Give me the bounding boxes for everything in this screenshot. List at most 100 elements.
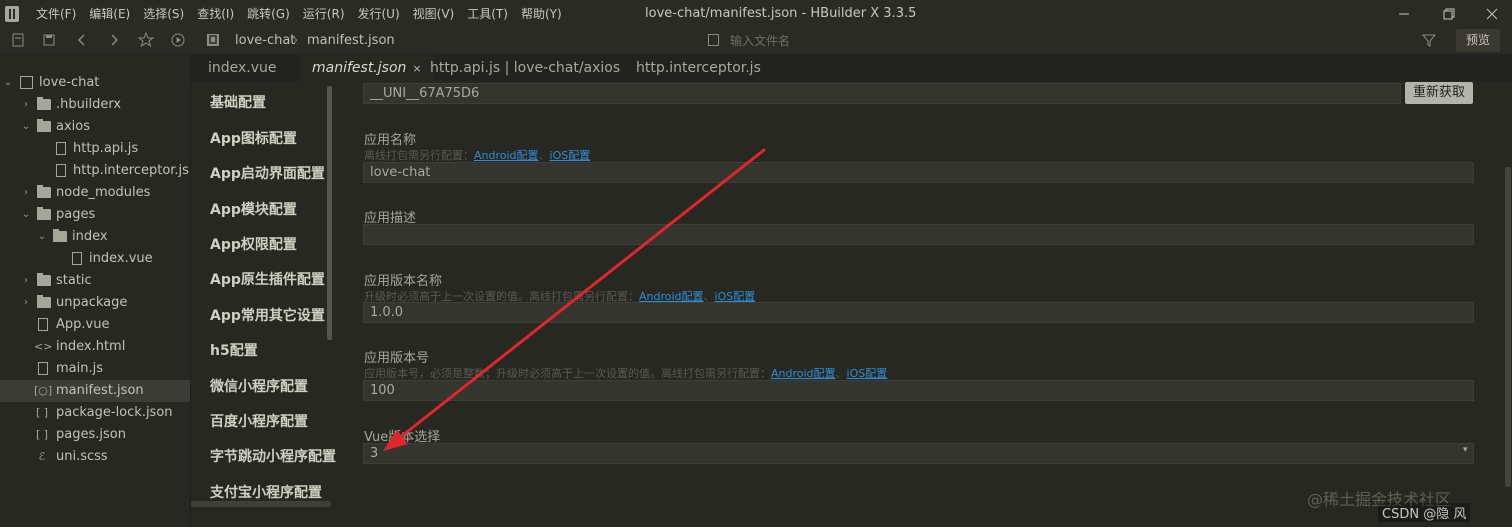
menu-file[interactable]: 文件(F): [36, 0, 76, 28]
js-file-icon: [56, 164, 66, 177]
nav-app-native-plugins-config[interactable]: App原生插件配置: [210, 269, 325, 289]
tree-item-label: index.html: [56, 339, 126, 354]
appid-field[interactable]: __UNI__67A75D6: [363, 83, 1401, 104]
nav-app-permissions-config[interactable]: App权限配置: [210, 234, 297, 254]
breadcrumb-project[interactable]: love-chat: [235, 28, 295, 54]
hint-text: 离线打包需另行配置：: [364, 149, 474, 162]
scss-file-icon: ℰ: [38, 450, 46, 463]
folder-open-icon: [53, 229, 67, 242]
nav-horizontal-scrollbar[interactable]: [191, 501, 331, 507]
preview-button[interactable]: 预览: [1456, 29, 1500, 52]
chevron-right-icon: ›: [24, 297, 28, 308]
menu-edit[interactable]: 编辑(E): [89, 0, 130, 28]
restore-icon[interactable]: [1436, 2, 1460, 26]
tree-item-label: index.vue: [89, 251, 153, 266]
js-file-icon: [38, 362, 48, 375]
settings-nav: 基础配置 App图标配置 App启动界面配置 App模块配置 App权限配置 A…: [191, 81, 336, 502]
tab-http-api[interactable]: http.api.js | love-chat/axios: [430, 55, 620, 81]
nav-basic-config[interactable]: 基础配置: [210, 92, 266, 112]
nav-app-modules-config[interactable]: App模块配置: [210, 199, 297, 219]
breadcrumb-file[interactable]: manifest.json: [307, 28, 395, 54]
nav-weixin-config[interactable]: 微信小程序配置: [210, 376, 308, 396]
folder-open-icon: [37, 119, 51, 132]
menu-view[interactable]: 视图(V): [413, 0, 455, 28]
ios-config-link[interactable]: iOS配置: [550, 149, 591, 162]
file-search-icon: [708, 34, 719, 46]
nav-scrollbar[interactable]: [327, 86, 332, 340]
select-dropdown-icon[interactable]: ▾: [1463, 445, 1468, 455]
tab-http-interceptor[interactable]: http.interceptor.js: [636, 55, 761, 81]
tree-item-label: node_modules: [56, 185, 151, 200]
tree-item-label: axios: [56, 119, 90, 134]
nav-app-splash-config[interactable]: App启动界面配置: [210, 163, 325, 183]
ios-config-link[interactable]: iOS配置: [847, 367, 888, 380]
tree-item-label: index: [72, 229, 108, 244]
minimize-icon[interactable]: [1392, 2, 1416, 26]
app-name-label: 应用名称: [364, 133, 417, 148]
nav-toutiao-config[interactable]: 字节跳动小程序配置: [210, 446, 336, 466]
android-config-link[interactable]: Android配置: [771, 367, 836, 380]
project-icon: [204, 31, 222, 49]
forward-icon[interactable]: [105, 31, 123, 49]
run-icon[interactable]: [169, 31, 187, 49]
form-scrollbar[interactable]: [1505, 167, 1511, 487]
version-name-input[interactable]: 1.0.0: [363, 302, 1474, 323]
folder-icon: [37, 185, 51, 198]
refresh-appid-button[interactable]: 重新获取: [1405, 82, 1473, 104]
tab-label: manifest.json: [312, 60, 407, 76]
folder-open-icon: [37, 207, 51, 220]
menu-tools[interactable]: 工具(T): [467, 0, 508, 28]
tree-item-label: App.vue: [56, 317, 110, 332]
csdn-watermark: CSDN @隐 风: [1378, 503, 1471, 522]
hint-separator: 、: [835, 367, 847, 380]
version-code-input[interactable]: 100: [363, 380, 1474, 401]
breadcrumb-separator-icon: ›: [293, 33, 299, 48]
tab-index-vue[interactable]: index.vue: [208, 55, 277, 81]
star-icon[interactable]: [137, 31, 155, 49]
tree-item-label: uni.scss: [56, 449, 108, 464]
tree-item-label: pages: [56, 207, 96, 222]
android-config-link[interactable]: Android配置: [474, 149, 539, 162]
back-icon[interactable]: [73, 31, 91, 49]
tree-item-label: package-lock.json: [56, 405, 173, 420]
filter-icon[interactable]: [1421, 32, 1437, 48]
json-file-icon: [○]: [34, 384, 53, 397]
nav-app-other-settings[interactable]: App常用其它设置: [210, 305, 325, 325]
html-file-icon: <>: [34, 340, 53, 353]
save-icon[interactable]: [40, 31, 58, 49]
menu-publish[interactable]: 发行(U): [358, 0, 400, 28]
menu-find[interactable]: 查找(I): [197, 0, 234, 28]
menu-bar: 文件(F) 编辑(E) 选择(S) 查找(I) 跳转(G) 运行(R) 发行(U…: [0, 0, 1512, 28]
nav-app-icon-config[interactable]: App图标配置: [210, 128, 297, 148]
chevron-down-icon: ⌄: [3, 77, 13, 88]
nav-alipay-config[interactable]: 支付宝小程序配置: [210, 482, 322, 502]
tree-item-label: unpackage: [56, 295, 128, 310]
close-tab-icon[interactable]: ×: [412, 62, 421, 75]
project-tree: ⌄ love-chat › .hbuilderx ⌄ axios http.ap…: [0, 55, 191, 527]
tree-item-label: http.interceptor.js: [73, 163, 189, 178]
folder-icon: [37, 273, 51, 286]
nav-h5-config[interactable]: h5配置: [210, 340, 258, 360]
tab-manifest-json[interactable]: manifest.json ×: [300, 55, 434, 81]
menu-select[interactable]: 选择(S): [143, 0, 184, 28]
tree-item-manifest-json[interactable]: [○] manifest.json: [0, 380, 190, 402]
vue-version-select[interactable]: 3: [363, 443, 1474, 464]
app-name-input[interactable]: love-chat: [363, 162, 1474, 183]
menu-goto[interactable]: 跳转(G): [247, 0, 290, 28]
file-search-input[interactable]: [730, 32, 1030, 50]
nav-baidu-config[interactable]: 百度小程序配置: [210, 411, 308, 431]
tree-item-label: pages.json: [56, 427, 126, 442]
tree-item-label: static: [56, 273, 92, 288]
app-desc-input[interactable]: [363, 224, 1474, 245]
menu-help[interactable]: 帮助(Y): [521, 0, 562, 28]
menu-run[interactable]: 运行(R): [303, 0, 345, 28]
new-file-icon[interactable]: [9, 31, 27, 49]
js-file-icon: [56, 142, 66, 155]
project-root-icon: [20, 76, 33, 89]
chevron-right-icon: ›: [24, 99, 28, 110]
version-code-label: 应用版本号: [364, 351, 430, 366]
close-icon[interactable]: [1480, 2, 1504, 26]
chevron-down-icon: ⌄: [21, 121, 31, 132]
tree-item-label: manifest.json: [56, 383, 144, 398]
app-name-hint: 离线打包需另行配置：Android配置、iOS配置: [364, 147, 590, 163]
